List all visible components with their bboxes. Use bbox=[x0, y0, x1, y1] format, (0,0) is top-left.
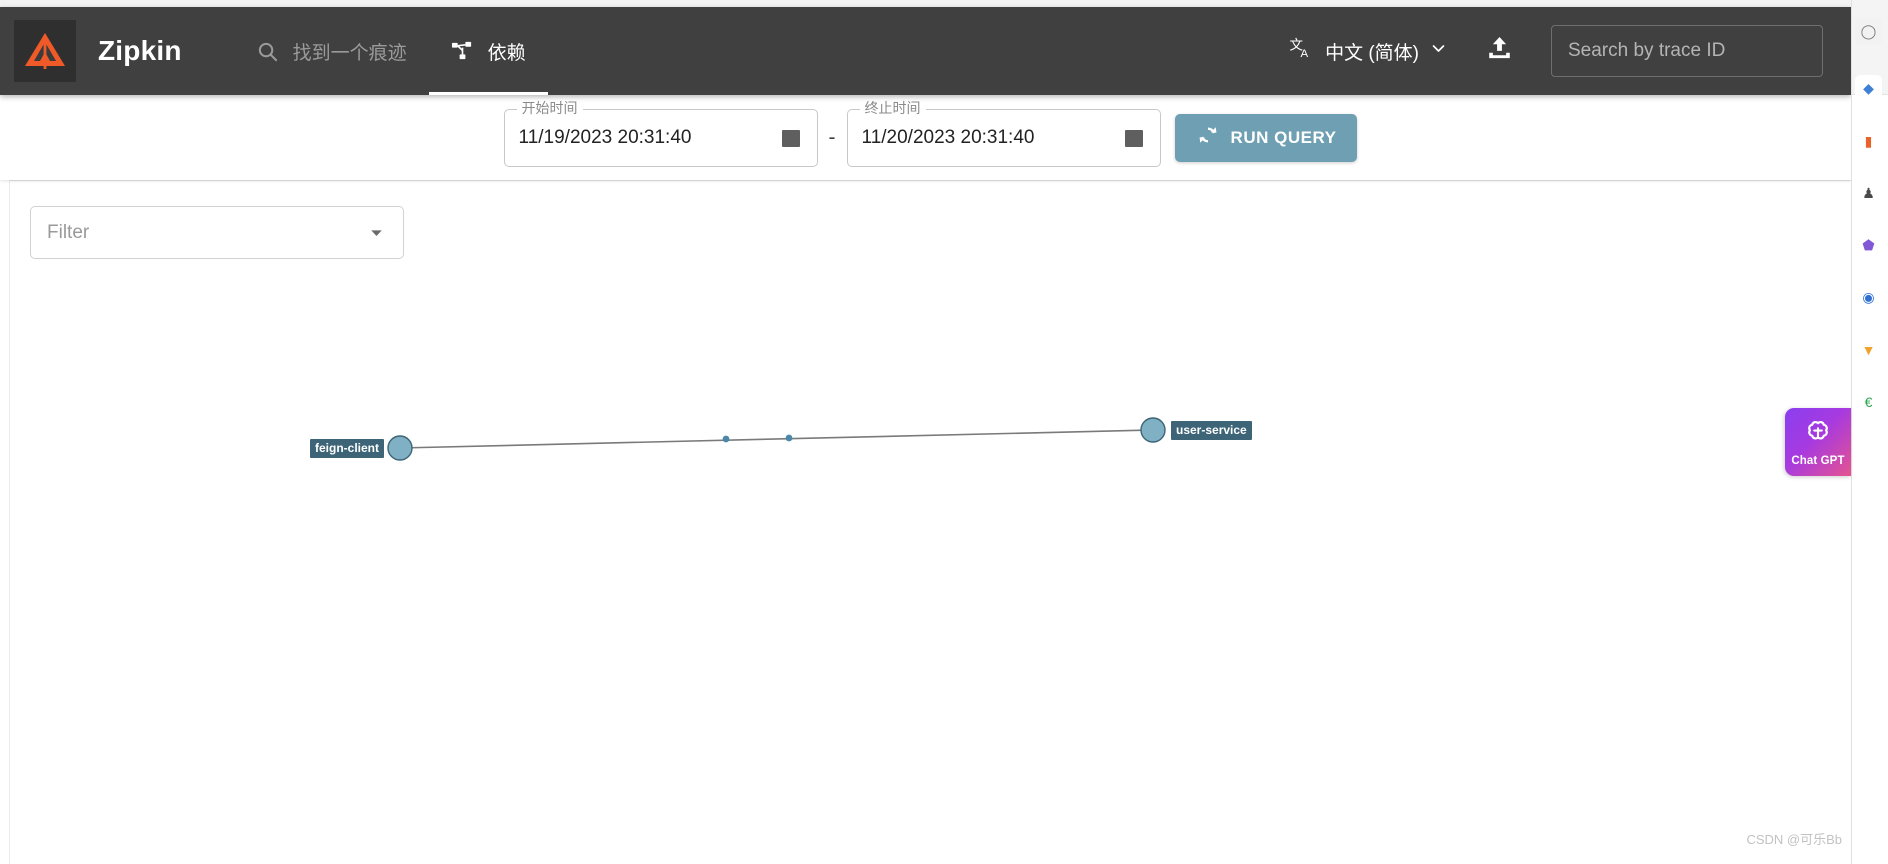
camera-blue-icon[interactable]: ◉ bbox=[1855, 284, 1882, 311]
svg-text:A: A bbox=[1301, 48, 1309, 60]
nav-tab-dependencies-label: 依赖 bbox=[487, 42, 526, 64]
graph-edge-particle bbox=[785, 434, 793, 442]
refresh-icon bbox=[1196, 123, 1220, 152]
app-header: Zipkin 找到一个痕迹 依赖 文 A 中文 (简体) Search by t… bbox=[0, 7, 1851, 95]
run-query-button[interactable]: RUN QUERY bbox=[1174, 113, 1358, 162]
graph-node-label-user-service: user-service bbox=[1171, 421, 1252, 441]
csdn-watermark: CSDN @可乐Bb bbox=[1746, 832, 1842, 847]
toolbox-orange-icon[interactable]: ▮ bbox=[1855, 128, 1882, 155]
left-edge-strip bbox=[0, 95, 10, 864]
graph-edge[interactable] bbox=[399, 429, 1154, 449]
nav-tab-dependencies[interactable]: 依赖 bbox=[428, 7, 548, 95]
range-separator: - bbox=[828, 125, 836, 149]
bookmark-blue-icon[interactable]: ◆ bbox=[1855, 75, 1882, 102]
upload-icon bbox=[1485, 34, 1514, 68]
graph-node-user-service[interactable] bbox=[1140, 417, 1166, 443]
brand-title: Zipkin bbox=[98, 35, 182, 66]
chatgpt-widget-label: Chat GPT bbox=[1791, 454, 1845, 467]
start-time-field[interactable]: 开始时间 bbox=[503, 100, 818, 167]
graph-edge-particle bbox=[722, 435, 730, 443]
trace-id-search-input[interactable] bbox=[1551, 25, 1823, 77]
start-time-label: 开始时间 bbox=[516, 100, 583, 115]
end-time-label: 终止时间 bbox=[859, 100, 926, 115]
zipkin-logo-icon[interactable] bbox=[14, 20, 76, 82]
end-time-field[interactable]: 终止时间 bbox=[846, 100, 1161, 167]
upload-json-button[interactable] bbox=[1477, 29, 1521, 73]
funnel-yellow-icon[interactable]: ▼ bbox=[1855, 336, 1882, 363]
language-label: 中文 (简体) bbox=[1325, 42, 1419, 64]
browser-extension-rail: ◯ ◆ ▮ ♟ ⬟ ◉ ▼ € bbox=[1851, 0, 1888, 864]
graph-node-label-feign-client: feign-client bbox=[310, 439, 385, 459]
search-icon bbox=[256, 40, 279, 63]
nav-tabs: 找到一个痕迹 依赖 bbox=[234, 7, 548, 95]
language-selector[interactable]: 文 A 中文 (简体) bbox=[1289, 36, 1447, 66]
person-dark-icon[interactable]: ♟ bbox=[1855, 180, 1882, 207]
money-green-icon[interactable]: € bbox=[1855, 388, 1882, 415]
graph-node-feign-client[interactable] bbox=[387, 435, 413, 461]
chatgpt-floating-widget[interactable]: Chat GPT bbox=[1785, 408, 1851, 476]
start-time-input[interactable] bbox=[518, 126, 779, 149]
main-content: Filter feign-client user-service bbox=[0, 180, 1851, 864]
dependency-tree-icon bbox=[451, 40, 474, 63]
query-toolbar-inner: 开始时间 - 终止时间 bbox=[503, 100, 1358, 167]
chevron-down-icon bbox=[1430, 40, 1447, 62]
shield-purple-icon[interactable]: ⬟ bbox=[1855, 232, 1882, 259]
zipkin-app: Zipkin 找到一个痕迹 依赖 文 A 中文 (简体) Search by t… bbox=[0, 0, 1888, 864]
calendar-icon[interactable] bbox=[1122, 126, 1146, 150]
translate-icon: 文 A bbox=[1289, 36, 1314, 66]
calendar-icon[interactable] bbox=[779, 126, 803, 150]
chatgpt-logo-icon bbox=[1803, 418, 1833, 453]
query-toolbar: 开始时间 - 终止时间 bbox=[0, 95, 1851, 180]
nav-tab-find-trace-label: 找到一个痕迹 bbox=[292, 42, 407, 64]
end-time-input[interactable] bbox=[861, 126, 1122, 149]
nav-tab-find-trace[interactable]: 找到一个痕迹 bbox=[234, 7, 429, 95]
dependency-graph[interactable] bbox=[0, 181, 1851, 864]
run-query-label: RUN QUERY bbox=[1230, 127, 1337, 147]
search-extension-icon[interactable]: ◯ bbox=[1855, 18, 1882, 45]
